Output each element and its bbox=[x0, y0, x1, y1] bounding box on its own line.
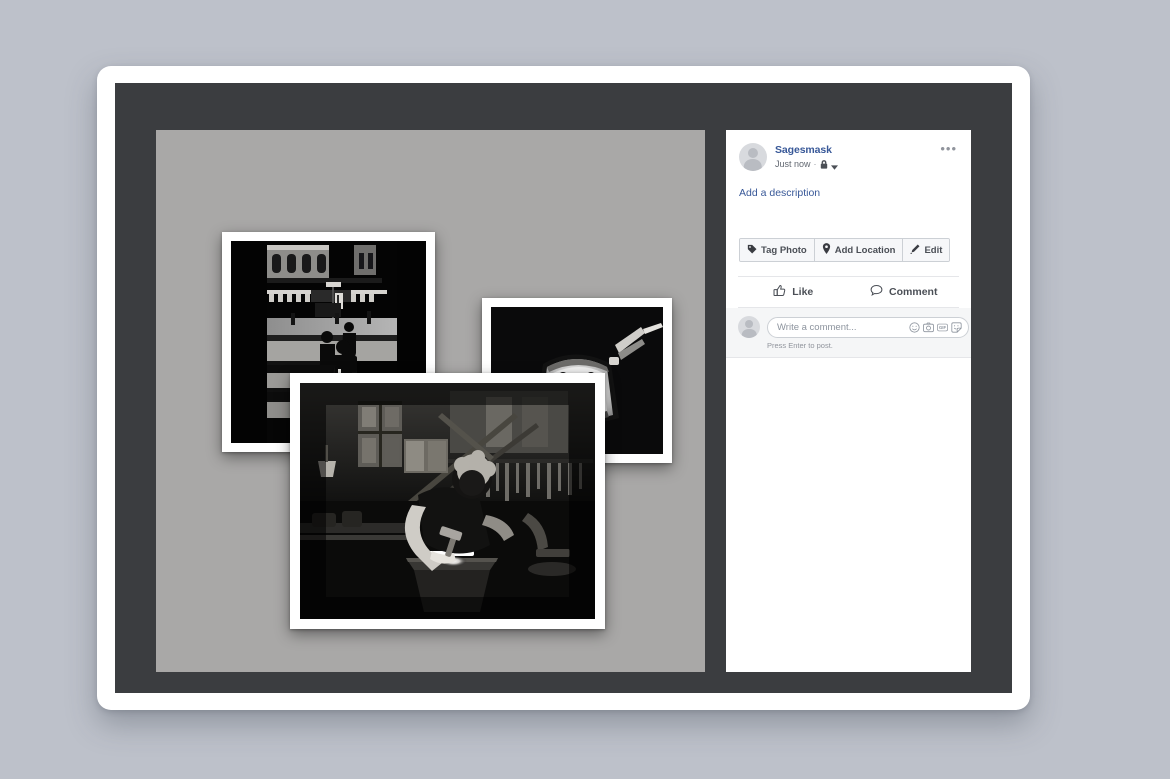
engagement-bar: Like Comment bbox=[738, 276, 959, 308]
comment-composer: GIF bbox=[726, 308, 971, 358]
add-location-button[interactable]: Add Location bbox=[814, 239, 904, 261]
tag-photo-label: Tag Photo bbox=[761, 244, 807, 256]
post-timestamp[interactable]: Just now bbox=[775, 159, 811, 170]
photo-stage bbox=[156, 130, 705, 672]
post-header-text: Sagesmask Just now · bbox=[775, 143, 838, 170]
photo-card-blacksmith-workshop[interactable] bbox=[290, 373, 605, 629]
pencil-icon bbox=[910, 244, 920, 257]
comment-row: GIF bbox=[738, 316, 969, 338]
photo-actions-group: Tag Photo Add Location Edit bbox=[739, 238, 951, 262]
camera-icon[interactable] bbox=[923, 322, 934, 333]
add-description-link[interactable]: Add a description bbox=[726, 171, 971, 199]
tag-photo-button[interactable]: Tag Photo bbox=[740, 239, 815, 261]
like-label: Like bbox=[792, 286, 814, 298]
app-chrome: Sagesmask Just now · ••• Add a descripti… bbox=[115, 83, 1012, 693]
chevron-down-icon[interactable] bbox=[830, 162, 838, 170]
like-button[interactable]: Like bbox=[738, 277, 849, 307]
comment-avatar[interactable] bbox=[738, 316, 760, 338]
comment-hint: Press Enter to post. bbox=[767, 341, 833, 350]
photo-image-blacksmith-workshop bbox=[300, 383, 595, 619]
speech-bubble-icon bbox=[870, 284, 883, 300]
emoji-icon[interactable] bbox=[909, 321, 920, 333]
post-options-menu-button[interactable]: ••• bbox=[937, 142, 960, 156]
post-meta-separator: · bbox=[813, 159, 817, 170]
comment-button[interactable]: Comment bbox=[849, 277, 960, 307]
post-author-name[interactable]: Sagesmask bbox=[775, 144, 838, 157]
sticker-icon[interactable] bbox=[951, 321, 962, 333]
gif-icon[interactable]: GIF bbox=[937, 322, 948, 333]
post-meta: Just now · bbox=[775, 159, 838, 170]
blacksmith-workshop-artwork bbox=[300, 383, 595, 619]
lock-icon[interactable] bbox=[820, 160, 828, 169]
add-location-label: Add Location bbox=[834, 244, 896, 256]
device-frame: Sagesmask Just now · ••• Add a descripti… bbox=[97, 66, 1030, 710]
svg-text:GIF: GIF bbox=[939, 325, 946, 330]
thumbs-up-icon bbox=[773, 284, 786, 300]
comment-input[interactable] bbox=[777, 321, 909, 333]
tag-icon bbox=[747, 244, 757, 257]
comment-tools: GIF bbox=[909, 321, 962, 333]
location-pin-icon bbox=[822, 243, 831, 257]
edit-label: Edit bbox=[924, 244, 943, 256]
edit-button[interactable]: Edit bbox=[903, 239, 950, 261]
comment-label: Comment bbox=[889, 286, 938, 298]
post-details-panel: Sagesmask Just now · ••• Add a descripti… bbox=[726, 130, 971, 672]
avatar[interactable] bbox=[739, 143, 767, 171]
comment-input-wrapper[interactable]: GIF bbox=[767, 316, 969, 338]
post-header: Sagesmask Just now · ••• bbox=[726, 130, 971, 171]
